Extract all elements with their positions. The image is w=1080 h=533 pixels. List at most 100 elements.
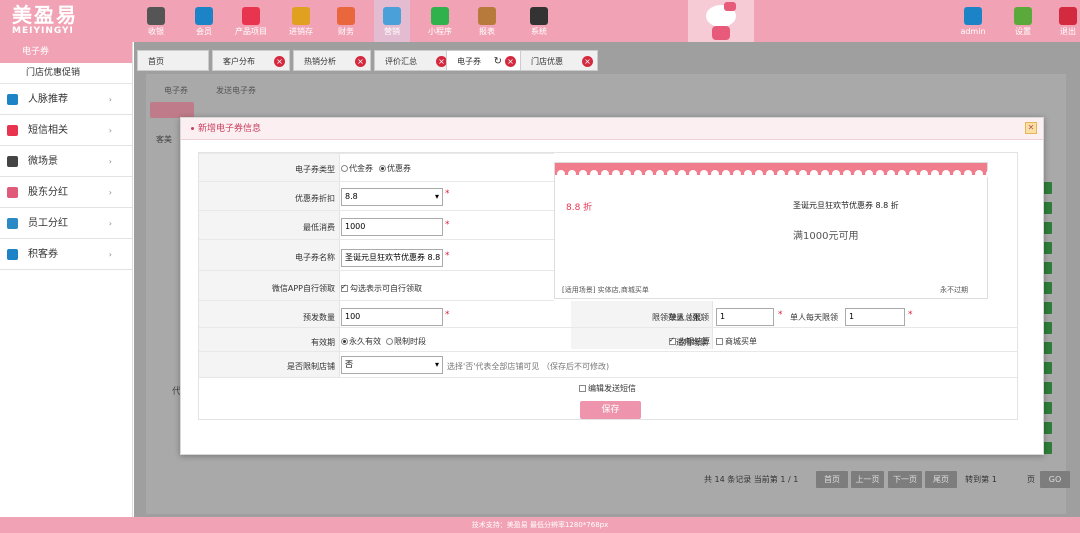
type-label: 电子券类型 bbox=[295, 165, 335, 174]
radio-icon bbox=[341, 338, 348, 345]
nav-item-4[interactable]: 财务 bbox=[328, 0, 364, 42]
scene-pos-checkbox[interactable]: 收银结算 bbox=[669, 336, 710, 347]
tab-label: 客户分布 bbox=[223, 57, 255, 66]
tab-3[interactable]: 评价汇总 × bbox=[374, 50, 452, 71]
pager-last-button[interactable]: 尾页 bbox=[925, 471, 957, 488]
chevron-right-icon: › bbox=[108, 95, 112, 104]
sidebar-item-1[interactable]: 短信相关 › bbox=[0, 115, 132, 146]
store-limit-note: 选择'否'代表全部店铺可见 （保存后不可修改) bbox=[447, 362, 610, 371]
tab-4[interactable]: 电子券 ↻ × bbox=[446, 50, 521, 71]
subtab-send-ecoupon[interactable]: 发送电子券 bbox=[216, 82, 256, 99]
sms-checkbox[interactable]: 编辑发送短信 bbox=[579, 383, 636, 394]
chevron-right-icon: › bbox=[108, 157, 112, 166]
sidebar-item-4[interactable]: 员工分红 › bbox=[0, 208, 132, 239]
nav-item-3[interactable]: 进销存 bbox=[283, 0, 319, 42]
tab-5[interactable]: 门店优惠 × bbox=[520, 50, 598, 71]
new-coupon-modal: 新增电子券信息 ✕ 电子券类型 优惠券折扣 最低消费 电子券名称 微信APP自行… bbox=[180, 117, 1044, 455]
store-limit-label: 是否限制店铺 bbox=[287, 362, 335, 371]
refresh-icon[interactable]: ↻ bbox=[494, 51, 502, 72]
coupon-icon bbox=[7, 249, 18, 260]
tab-2[interactable]: 热销分析 × bbox=[293, 50, 371, 71]
min-spend-input[interactable]: 1000 bbox=[341, 218, 443, 236]
product-icon bbox=[242, 7, 260, 25]
close-icon[interactable]: × bbox=[505, 56, 516, 67]
discount-select[interactable]: 8.8 bbox=[341, 188, 443, 206]
top-right-item-0[interactable]: admin bbox=[955, 0, 991, 42]
min-spend-label: 最低消费 bbox=[303, 223, 335, 232]
pager-goto-label: 转到第 1 bbox=[965, 475, 997, 484]
nav-item-label: 营销 bbox=[384, 27, 400, 36]
nav-item-2[interactable]: 产品项目 bbox=[229, 0, 273, 42]
wechat-claim-checkbox[interactable]: 勾选表示可自行领取 bbox=[341, 283, 422, 294]
total-limit-input[interactable]: 1 bbox=[716, 308, 774, 326]
add-coupon-button[interactable] bbox=[150, 102, 194, 118]
gear-icon bbox=[1014, 7, 1032, 25]
sidebar-item-2[interactable]: 微场景 › bbox=[0, 146, 132, 177]
top-right-item-1[interactable]: 设置 bbox=[1005, 0, 1041, 42]
preview-title: 圣诞元旦狂欢节优惠券 8.8 折 bbox=[793, 201, 899, 210]
top-right-item-2[interactable]: 退出 bbox=[1050, 0, 1080, 42]
coupon-name-label: 电子券名称 bbox=[295, 253, 335, 262]
save-button[interactable]: 保存 bbox=[580, 401, 641, 419]
pager-first-button[interactable]: 首页 bbox=[816, 471, 848, 488]
nav-item-0[interactable]: 收银 bbox=[138, 0, 174, 42]
pager-prev-button[interactable]: 上一页 bbox=[851, 471, 884, 488]
chevron-right-icon: › bbox=[108, 250, 112, 259]
radio-icon bbox=[379, 165, 386, 172]
tab-bar: 首页 客户分布 × 热销分析 × 评价汇总 × 电子券 ↻ × 门店优惠 × bbox=[134, 50, 1080, 72]
nav-item-8[interactable]: 系统 bbox=[521, 0, 557, 42]
nav-item-6[interactable]: 小程序 bbox=[422, 0, 458, 42]
sidebar-item-0[interactable]: 人脉推荐 › bbox=[0, 84, 132, 115]
pager-next-button[interactable]: 下一页 bbox=[888, 471, 922, 488]
chevron-right-icon: › bbox=[108, 219, 112, 228]
report-icon bbox=[478, 7, 496, 25]
sidebar-item-store-promo[interactable]: 门店优惠促销 bbox=[0, 63, 132, 84]
nav-item-label: 财务 bbox=[338, 27, 354, 36]
issue-qty-label: 预发数量 bbox=[303, 313, 335, 322]
store-limit-select[interactable]: 否 bbox=[341, 356, 443, 374]
sidebar-section-ecoupon[interactable]: 电子券 bbox=[0, 42, 132, 63]
nav-item-label: 收银 bbox=[148, 27, 164, 36]
monitor-icon bbox=[530, 7, 548, 25]
pager-go-button[interactable]: GO bbox=[1040, 471, 1070, 488]
tab-label: 首页 bbox=[148, 57, 164, 66]
top-navigation-bar: 美盈易 MEIYINGYI 收银 会员 产品项目 进销存 财务 营销 小程序 报表 系统 adm… bbox=[0, 0, 1080, 42]
footer: 技术支持：美盈易 最低分辨率1280*768px bbox=[0, 517, 1080, 533]
tab-label: 门店优惠 bbox=[531, 57, 563, 66]
nav-item-label: 会员 bbox=[196, 27, 212, 36]
coupon-name-input[interactable]: 圣诞元旦狂欢节优惠券 8.8 bbox=[341, 249, 443, 267]
finance-icon bbox=[337, 7, 355, 25]
scene-mall-checkbox[interactable]: 商城买单 bbox=[716, 336, 757, 347]
type-coupon-radio[interactable]: 优惠券 bbox=[379, 163, 411, 174]
modal-header: 新增电子券信息 bbox=[181, 118, 1043, 140]
close-icon[interactable]: × bbox=[274, 56, 285, 67]
app-logo[interactable]: 美盈易 MEIYINGYI bbox=[12, 5, 122, 37]
discount-label: 优惠券折扣 bbox=[295, 194, 335, 203]
tab-1[interactable]: 客户分布 × bbox=[212, 50, 290, 71]
subtab-ecoupon[interactable]: 电子券 bbox=[164, 82, 188, 99]
sidebar-item-3[interactable]: 股东分红 › bbox=[0, 177, 132, 208]
hello-kitty-decoration bbox=[688, 0, 754, 42]
wechat-claim-label: 微信APP自行领取 bbox=[271, 284, 335, 293]
logo-text-cn: 美盈易 bbox=[12, 3, 78, 27]
tab-0[interactable]: 首页 bbox=[137, 50, 209, 71]
sidebar-item-5[interactable]: 积客券 › bbox=[0, 239, 132, 270]
nav-item-5[interactable]: 营销 bbox=[374, 0, 410, 42]
preview-expiry: 永不过期 bbox=[940, 286, 968, 294]
total-limit-label: 单人总限领 bbox=[669, 313, 709, 322]
sidebar-item-label: 积客券 bbox=[28, 249, 58, 260]
close-icon[interactable]: × bbox=[355, 56, 366, 67]
nav-item-1[interactable]: 会员 bbox=[186, 0, 222, 42]
close-icon[interactable]: ✕ bbox=[1025, 122, 1037, 134]
daily-limit-input[interactable]: 1 bbox=[845, 308, 905, 326]
validity-permanent-radio[interactable]: 永久有效 bbox=[341, 336, 381, 347]
type-voucher-radio[interactable]: 代金券 bbox=[341, 163, 373, 174]
issue-qty-input[interactable]: 100 bbox=[341, 308, 443, 326]
validity-label: 有效期 bbox=[311, 338, 335, 347]
chevron-right-icon: › bbox=[108, 188, 112, 197]
close-icon[interactable]: × bbox=[582, 56, 593, 67]
nav-item-7[interactable]: 报表 bbox=[469, 0, 505, 42]
wechat-icon bbox=[431, 7, 449, 25]
validity-limited-radio[interactable]: 限制时段 bbox=[386, 336, 426, 347]
staff-icon bbox=[7, 218, 18, 229]
